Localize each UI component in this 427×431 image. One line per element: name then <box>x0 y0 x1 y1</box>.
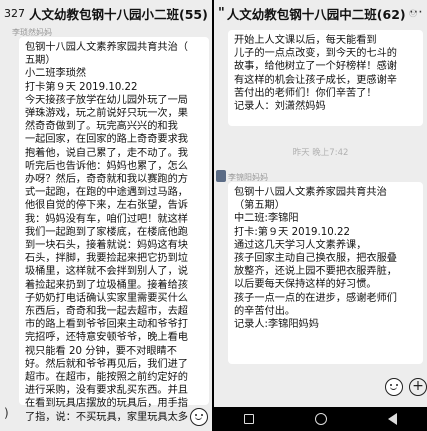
message-line: 五期） <box>25 55 56 67</box>
message-line: 市的路上看到爷爷回来主动和爷爷打 <box>25 319 188 331</box>
right-chat-window: " 人文幼教包钢十八园中二班(62) ◎ ⋯ 开始上人文课以后，每天能看到儿子的… <box>214 0 427 431</box>
message-timestamp: 昨天 晚上7:42 <box>292 148 349 158</box>
message-line: 小二班李琐然 <box>25 68 87 80</box>
message-line: 完招呼，还特意安顿爷爷，晚上看电 <box>25 332 188 344</box>
message-line: 石头，拌脚，我要捡起来把它扔到垃 <box>25 253 188 265</box>
circle-icon[interactable] <box>314 413 327 425</box>
message-line: 听完后也告诉他：妈妈也累了，怎么 <box>25 160 188 172</box>
triangle-icon[interactable] <box>387 413 397 425</box>
more-icon[interactable]: ⋯ <box>409 4 424 20</box>
message-line: 儿子的一点点改变，到今天的七斗的 <box>234 48 397 60</box>
message-line: 式一起跑，在跑的中途遇到过马路， <box>25 187 188 199</box>
unread-count[interactable]: 327 <box>4 7 25 20</box>
message-line: 以后要每天保持这样的好习惯。 <box>234 279 377 291</box>
square-icon[interactable] <box>244 414 255 424</box>
right-chat-header: " 人文幼教包钢十八园中二班(62) ◎ ⋯ <box>214 0 427 26</box>
message-line: 然奇奇做到了。玩完高兴兴的和我 <box>25 121 178 133</box>
message-line: 超市。在超市，能按照之前约定好的 <box>25 372 188 384</box>
message-line: 我们一起跑到了家楼底，在楼底他跑 <box>25 226 188 238</box>
message-line: 放整齐，还说上园不要把衣服弄脏， <box>234 266 397 278</box>
message-line: 进行采购，没有要求乱买东西。并且 <box>25 385 188 397</box>
message-line: 到一块石头，接着就说：妈妈这有块 <box>25 240 188 252</box>
message-line: 打卡第９天 2019.10.22 <box>25 81 138 93</box>
message-line: 有这样的机会让孩子成长，更感谢辛 <box>234 74 397 86</box>
plus-icon[interactable]: + <box>409 378 427 396</box>
emoji-icon[interactable] <box>190 408 208 426</box>
message-line: 着捡起来扔到了垃圾桶里。接着给孩 <box>25 279 188 291</box>
message-line: 孩子一点一点的在进步，感谢老师们 <box>234 292 397 304</box>
message-line: 今天接孩子放学在幼儿园外玩了一局 <box>25 94 188 106</box>
message-line: 孩子回家主动自己换衣服，把衣服叠 <box>234 253 397 265</box>
message-line: （第五期） <box>234 200 285 212</box>
left-chat-title: 人文幼教包钢十八园小二班(55) <box>29 6 208 22</box>
sender-avatar[interactable] <box>216 170 226 182</box>
message-line: 记录人：刘潇然妈妈 <box>234 101 326 113</box>
message-line: 了指，说：不买玩具，家里玩具太多 <box>25 411 188 423</box>
message-line: 我：妈妈没有车，咱们过吧！就这样 <box>25 213 188 225</box>
message-line: 好。然后就和爷爷再见后，我们进了 <box>25 358 188 370</box>
system-nav-bar <box>214 407 427 431</box>
message-line: 开始上人文课以后，每天能看到 <box>234 35 377 46</box>
message-line: 一起回家，在回家的路上奇奇要求我 <box>25 134 188 146</box>
message-line: 子奶奶打电话确认实家里需要买什么 <box>25 292 188 304</box>
message-line: 东西后，奇奇和我一起去超市，去超 <box>25 306 188 318</box>
message-line: 通过这几天学习人文素养课， <box>234 239 367 251</box>
right-chat-title: 人文幼教包钢十八园中二班(62) <box>226 6 406 22</box>
left-message-bubble[interactable]: 包钢十八园人文素养家园共育共治（ 五期） 小二班李琐然 打卡第９天 2019.10.2… <box>19 37 209 423</box>
message-line: 在看到玩具店摆放的玩具后，用手指 <box>25 398 188 410</box>
message-line: 打卡:第９天 2019.10.22 <box>234 226 350 238</box>
right-previous-message-bubble[interactable]: 开始上人文课以后，每天能看到儿子的一点点改变，到今天的七斗的 故事，给他树立了一个… <box>228 30 423 126</box>
message-line: 弹珠游戏，玩之前说好只玩一次，果 <box>25 108 188 120</box>
message-line: 他很自觉的停下来，左右张望，告诉 <box>25 200 188 212</box>
message-line: 包钢十八园人文素养家园共育共治 <box>234 187 387 198</box>
message-line: 的辛苦付出。 <box>234 305 296 317</box>
message-line: 办呀？然后，奇奇就和我以赛跑的方 <box>25 174 188 186</box>
message-line: 包钢十八园人文素养家园共育共治（ <box>25 42 188 53</box>
left-input-field[interactable]: ) <box>4 406 9 420</box>
message-line: 视只能看 20 分钟，要不对眼睛不 <box>25 345 177 357</box>
message-line: 记录人:李锦阳妈妈 <box>234 319 319 331</box>
message-line: 圾桶里，这样就不会拌到别人了，说 <box>25 266 188 278</box>
message-line: 苦付出的老师们！你们辛苦了！ <box>234 87 377 99</box>
message-line: 中二班:李锦阳 <box>234 213 299 225</box>
emoji-icon[interactable] <box>385 378 403 396</box>
right-message-bubble[interactable]: 包钢十八园人文素养家园共育共治 （第五期） 中二班:李锦阳 打卡:第９天 2019.1… <box>228 182 423 364</box>
left-chat-window: 327 人文幼教包钢十八园小二班(55) 李琐然妈妈 包钢十八园人文素养家园共育… <box>0 0 212 431</box>
message-line: 抱着他，说自己累了，走不动了。我 <box>25 147 188 159</box>
message-line: 故事，给他树立了一个好榜样！感谢 <box>234 61 397 73</box>
left-chat-header: 327 人文幼教包钢十八园小二班(55) <box>0 0 212 26</box>
